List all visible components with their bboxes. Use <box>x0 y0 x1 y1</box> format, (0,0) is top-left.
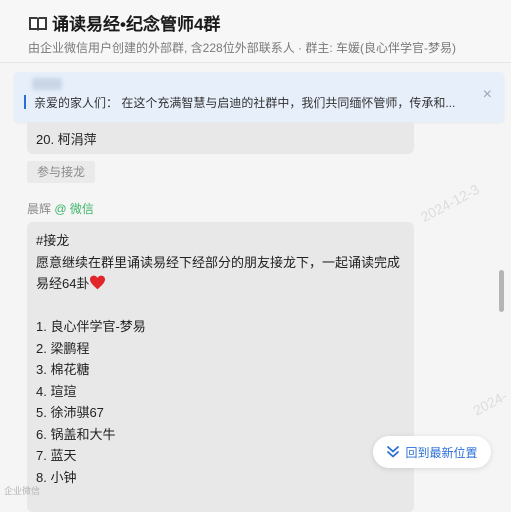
corner-watermark: 企业微信 <box>4 486 41 496</box>
list-item: 5. 徐沛骐67 <box>36 405 104 420</box>
message-bubble[interactable]: #接龙 愿意继续在群里诵读易经下经部分的朋友接龙下，一起诵读完成 易经64卦 1… <box>27 222 414 512</box>
list-item: 8. 小钟 <box>36 469 77 485</box>
heart-icon <box>90 275 106 290</box>
notice-accent-bar <box>24 95 26 109</box>
chat-header: 诵读易经•纪念管师4群 由企业微信用户创建的外部群, 含228位外部联系人 · … <box>0 0 511 63</box>
chat-subtitle: 由企业微信用户创建的外部群, 含228位外部联系人 · 群主: 车媛(良心伴学官… <box>28 41 457 55</box>
message-line: #接龙 <box>36 233 70 248</box>
message-line-text: 易经64卦 <box>36 276 90 291</box>
sender-name[interactable]: 晨辉 <box>27 202 51 216</box>
blurred-avatar <box>32 78 62 90</box>
sender-source: @ 微信 <box>54 202 94 216</box>
list-item: 6. 锅盖和大牛 <box>36 426 116 442</box>
message-line: 20. 柯涓萍 <box>36 132 97 147</box>
list-item: 2. 梁鹏程 <box>36 340 90 356</box>
double-chevron-down-icon <box>387 446 400 458</box>
message-content: #接龙 愿意继续在群里诵读易经下经部分的朋友接龙下，一起诵读完成 易经64卦 1… <box>36 230 406 488</box>
list-item: 4. 瑄瑄 <box>36 383 77 399</box>
back-to-latest-button[interactable]: 回到最新位置 <box>373 436 491 468</box>
scrollbar-thumb[interactable] <box>499 270 504 312</box>
message-line: 愿意继续在群里诵读易经下经部分的朋友接龙下，一起诵读完成 <box>36 254 401 270</box>
chat-title[interactable]: 诵读易经•纪念管师4群 <box>52 10 220 35</box>
list-item: 7. 蓝天 <box>36 448 77 463</box>
join-solitaire-button[interactable]: 参与接龙 <box>27 161 96 183</box>
back-to-latest-label: 回到最新位置 <box>405 445 478 460</box>
book-icon <box>29 16 47 31</box>
notice-text: 亲爱的家人们： 在这个充满智慧与启迪的社群中，我们共同缅怀管师，传承和... <box>34 96 456 110</box>
message-sender: 晨辉 @ 微信 <box>27 200 94 217</box>
group-notice-banner[interactable]: 亲爱的家人们： 在这个充满智慧与启迪的社群中，我们共同缅怀管师，传承和... × <box>14 72 504 122</box>
date-watermark: 2024-12-3 <box>417 180 482 226</box>
message-line: 易经64卦 <box>36 273 406 295</box>
chat-title-row: 诵读易经•纪念管师4群 <box>28 10 220 35</box>
message-line <box>36 295 406 317</box>
message-bubble-previous: 20. 柯涓萍 <box>27 122 414 154</box>
list-item: 1. 良心伴学官-梦易 <box>36 319 146 334</box>
list-item: 3. 棉花糖 <box>36 362 90 377</box>
close-icon[interactable]: × <box>483 87 492 103</box>
